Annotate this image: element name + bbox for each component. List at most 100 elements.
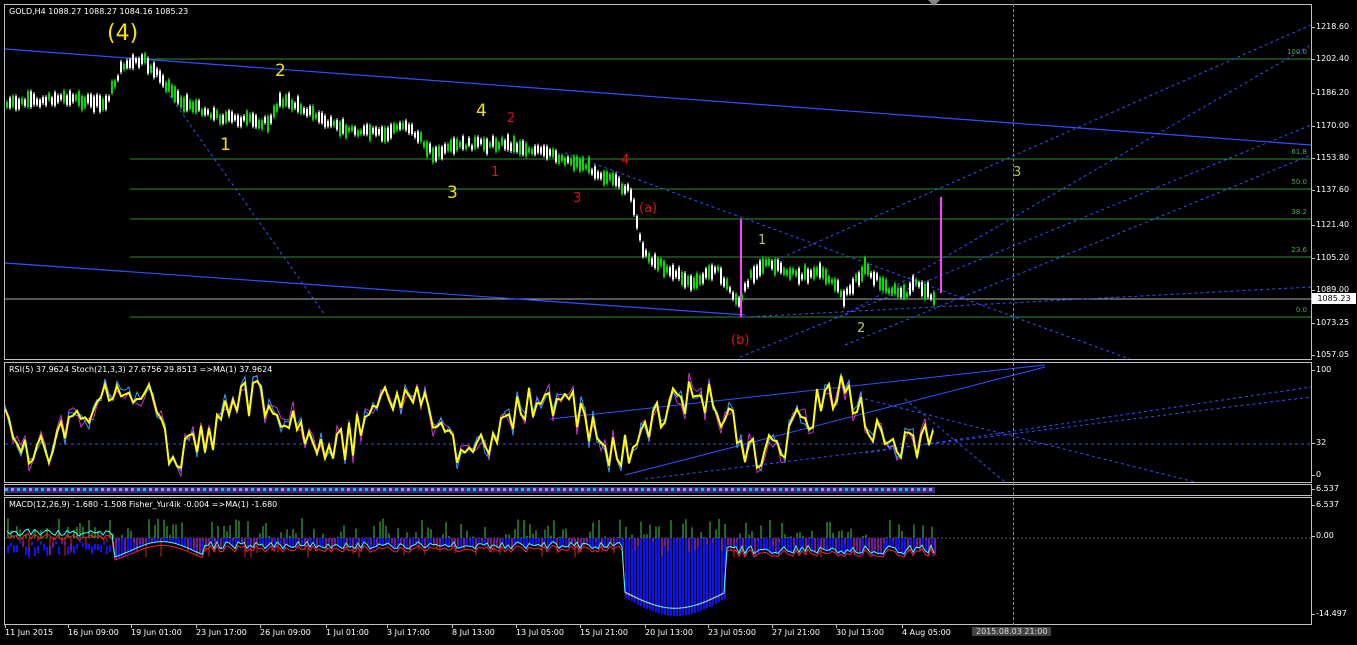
fisher-bar: [175, 524, 177, 538]
candle-body: [276, 104, 278, 112]
candle-body: [42, 97, 44, 104]
fisher-bar: [553, 520, 555, 538]
candle-body: [768, 258, 770, 266]
fisher-bar: [424, 538, 426, 555]
candle-body: [45, 97, 47, 106]
candle-body: [117, 75, 119, 81]
mini-indicator-tick: [335, 488, 338, 491]
price-tick: 1153.80: [1311, 153, 1350, 162]
fisher-bar: [115, 538, 117, 555]
macd-histogram-bar: [34, 547, 36, 557]
fisher-bar: [778, 538, 780, 542]
fisher-bar: [247, 521, 249, 538]
price-chart: [5, 24, 1311, 359]
mini-indicator-pane[interactable]: [4, 484, 1312, 496]
macd-histogram-bar: [73, 545, 75, 554]
mini-indicator-tick: [431, 488, 434, 491]
mini-indicator-tick: [683, 488, 686, 491]
candle-body: [747, 280, 749, 287]
fisher-bar: [775, 538, 777, 554]
price-chart-pane[interactable]: GOLD,H4 1088.27 1088.27 1084.16 1085.23 …: [4, 4, 1312, 360]
fisher-bar: [700, 532, 702, 538]
time-axis: 11 Jun 2015 16 Jun 09:00 19 Jun 01:00 23…: [0, 625, 1312, 645]
mini-indicator-tick: [479, 488, 482, 491]
macd-histogram-bar: [841, 538, 843, 553]
mini-indicator-tick: [905, 488, 908, 491]
candle-body: [192, 102, 194, 113]
candle-body: [573, 156, 575, 171]
wave-label-red-b: (b): [731, 333, 750, 348]
fisher-bar: [232, 538, 234, 541]
candle-body: [699, 275, 701, 285]
fisher-bar: [460, 524, 462, 538]
candle-body: [711, 265, 713, 280]
fisher-bar: [397, 528, 399, 538]
fisher-bar: [256, 538, 258, 554]
candle-body: [528, 147, 530, 153]
candle-body: [507, 134, 509, 150]
mini-indicator-tick: [677, 488, 680, 491]
candle-body: [462, 136, 464, 150]
mini-indicator-tick: [815, 488, 818, 491]
fisher-bar: [427, 527, 429, 538]
candle-body: [612, 172, 614, 185]
rsi-stoch-pane[interactable]: RSI(5) 37.9624 Stoch(21,3,3) 27.6756 29.…: [4, 362, 1312, 483]
macd-histogram-bar: [109, 545, 111, 553]
mini-indicator-tick: [599, 488, 602, 491]
fisher-bar: [787, 537, 789, 538]
candle-body: [882, 277, 884, 291]
chart-shift-marker-icon[interactable]: [928, 0, 940, 6]
fisher-bar: [262, 525, 264, 538]
mini-indicator-tick: [77, 488, 80, 491]
price-tick: 1105.20: [1311, 253, 1350, 262]
fisher-bar: [856, 538, 858, 551]
fisher-bar: [658, 526, 660, 538]
macd-pane[interactable]: MACD(12,26,9) -1.680 -1.508 Fisher_Yur4i…: [4, 497, 1312, 625]
mini-indicator-tick: [407, 488, 410, 491]
fisher-bar: [7, 518, 9, 538]
mini-indicator-tick: [749, 488, 752, 491]
mini-indicator-tick: [509, 488, 512, 491]
candle-body: [606, 171, 608, 184]
candle-body: [402, 122, 404, 130]
mini-indicator-tick: [689, 488, 692, 491]
candle-body: [900, 288, 902, 298]
fisher-bar: [415, 532, 417, 538]
candle-body: [165, 82, 167, 92]
candle-body: [216, 110, 218, 118]
candle-body: [780, 263, 782, 273]
fisher-bar: [391, 538, 393, 543]
wave-label-red-1: 1: [491, 165, 500, 180]
fisher-bar: [562, 529, 564, 538]
candle-body: [78, 91, 80, 106]
mini-indicator-tick: [629, 488, 632, 491]
macd-tick: 0.00: [1312, 531, 1334, 540]
candle-body: [807, 269, 809, 283]
candle-body: [213, 107, 215, 120]
candle-body: [861, 266, 863, 282]
mini-indicator-tick: [461, 488, 464, 491]
mini-indicator-tick: [809, 488, 812, 491]
candle-body: [636, 216, 638, 229]
fisher-bar: [703, 537, 705, 538]
candle-body: [360, 130, 362, 135]
mini-indicator-tick: [731, 488, 734, 491]
time-tick: 13 Jul 05:00: [516, 625, 564, 637]
candle-body: [114, 80, 116, 88]
fisher-bar: [826, 522, 828, 538]
candle-body: [396, 124, 398, 131]
candle-body: [162, 75, 164, 86]
fisher-bar: [433, 538, 435, 547]
candle-body: [774, 259, 776, 275]
mini-indicator-tick: [191, 488, 194, 491]
candle-body: [564, 157, 566, 165]
macd-histogram-bar: [790, 538, 792, 554]
candle-body: [708, 265, 710, 279]
candle-body: [219, 115, 221, 124]
candle-body: [723, 278, 725, 287]
fisher-bar: [829, 521, 831, 538]
candle-body: [498, 142, 500, 150]
macd-histogram-bar: [79, 540, 81, 543]
candle-body: [927, 282, 929, 298]
candle-body: [618, 177, 620, 187]
